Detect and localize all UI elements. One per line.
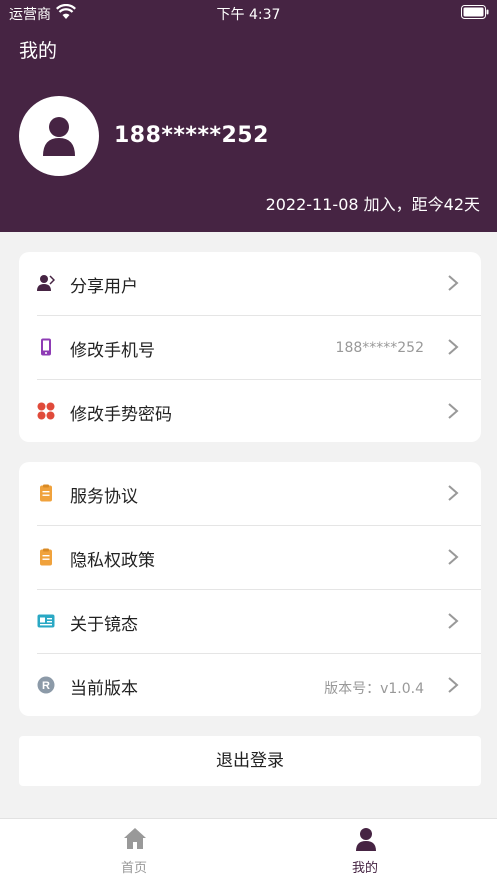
chevron-right-icon [448,339,459,355]
menu-item-label: 关于镜态 [70,615,138,635]
chevron-right-icon [448,549,459,565]
home-icon [124,828,146,849]
join-info: 2022-11-08 加入，距今42天 [265,195,480,214]
phone-icon [41,338,51,356]
account-settings-card: 分享用户 修改手机号 188*****252 修改手势密码 [19,252,481,442]
status-bar: 运营商 下午 4:37 [0,0,497,26]
tab-label: 首页 [120,861,147,876]
tab-profile[interactable]: 我的 [241,819,489,883]
chevron-right-icon [448,613,459,629]
info-card-icon [37,614,55,628]
tab-home[interactable]: 首页 [10,819,258,883]
user-silhouette-icon [43,117,75,156]
tab-label: 我的 [351,861,378,876]
profile-header: 运营商 下午 4:37 我的 188*****252 2022-11-08 加入… [0,0,497,232]
tab-bar: 首页 我的 [0,818,497,883]
page-title: 我的 [19,40,58,62]
document-icon [40,548,52,566]
menu-item-current-version[interactable]: R 当前版本 版本号：v1.0.4 [19,654,481,717]
battery-icon [461,5,489,19]
about-card: 服务协议 隐私权政策 关于镜态 R 当前版本 版本号：v1.0.4 [19,462,481,716]
share-user-icon [37,275,55,291]
menu-item-change-phone[interactable]: 修改手机号 188*****252 [19,316,481,379]
menu-item-label: 服务协议 [70,487,138,507]
profile-icon [356,828,376,851]
chevron-right-icon [448,275,459,291]
version-value: 版本号：v1.0.4 [324,681,424,697]
menu-item-label: 当前版本 [70,679,138,699]
menu-item-change-gesture-password[interactable]: 修改手势密码 [19,380,481,443]
avatar[interactable] [19,96,99,176]
menu-item-about[interactable]: 关于镜态 [19,590,481,653]
menu-item-label: 修改手机号 [70,341,155,361]
svg-text:R: R [42,680,50,692]
menu-item-label: 隐私权政策 [70,551,155,571]
chevron-right-icon [448,677,459,693]
username: 188*****252 [114,123,269,148]
chevron-right-icon [448,403,459,419]
version-icon: R [37,676,55,694]
menu-item-privacy-policy[interactable]: 隐私权政策 [19,526,481,589]
gesture-password-icon [37,402,55,420]
logout-button[interactable]: 退出登录 [19,736,481,786]
menu-item-label: 分享用户 [70,277,138,297]
menu-item-share-user[interactable]: 分享用户 [19,252,481,315]
chevron-right-icon [448,485,459,501]
document-icon [40,484,52,502]
menu-item-service-agreement[interactable]: 服务协议 [19,462,481,525]
menu-item-label: 修改手势密码 [70,405,172,425]
menu-item-value: 188*****252 [335,340,424,356]
status-time: 下午 4:37 [216,7,281,23]
